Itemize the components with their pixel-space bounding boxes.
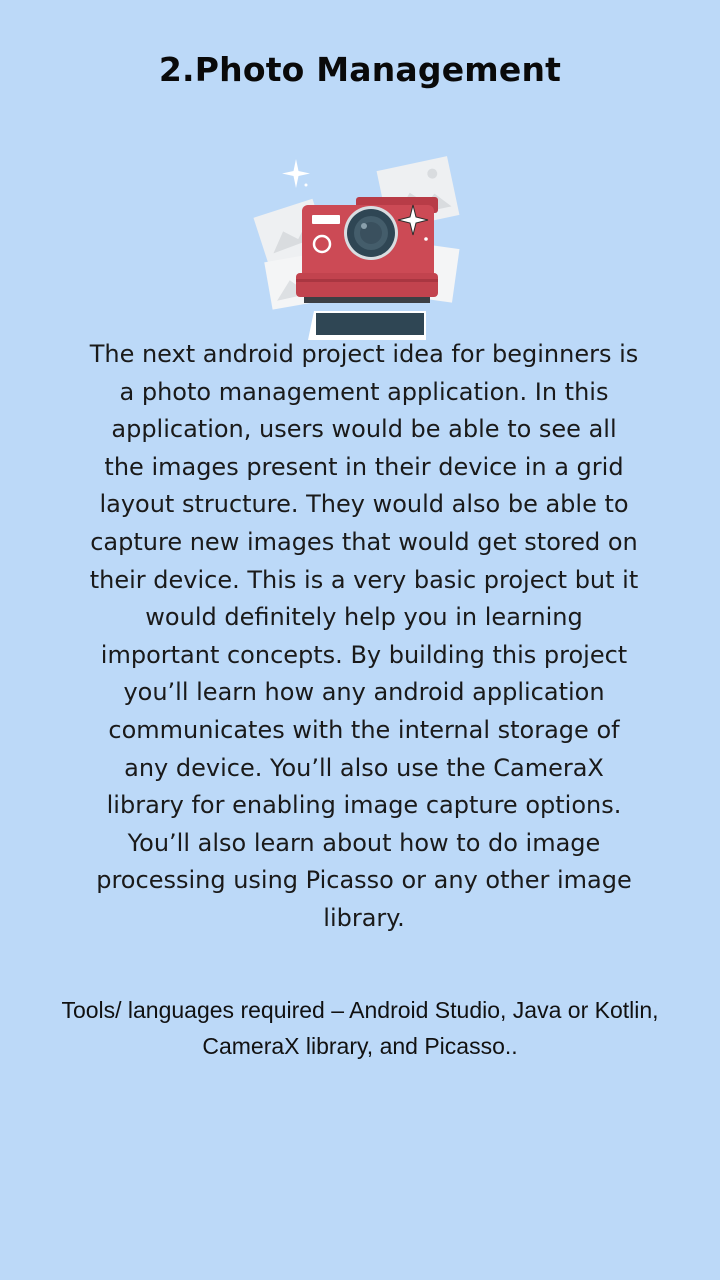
slide-page: 2.Photo Management The next android proj… <box>0 0 720 1280</box>
sparkle-dot-small <box>424 237 428 241</box>
sparkle-dot <box>304 183 308 187</box>
lens-highlight <box>361 223 367 229</box>
camera-base-stripe <box>296 279 438 282</box>
slide-title: 2.Photo Management <box>158 50 562 89</box>
ejecting-photo-image <box>316 313 424 335</box>
photo-slot <box>304 297 430 303</box>
camera-base <box>296 273 438 297</box>
tools-required-text: Tools/ languages required – Android Stud… <box>61 997 659 1059</box>
flash-window <box>312 215 340 224</box>
camera-illustration <box>250 155 470 340</box>
instant-camera-icon <box>253 156 460 340</box>
description-paragraph: The next android project idea for beginn… <box>89 340 639 932</box>
